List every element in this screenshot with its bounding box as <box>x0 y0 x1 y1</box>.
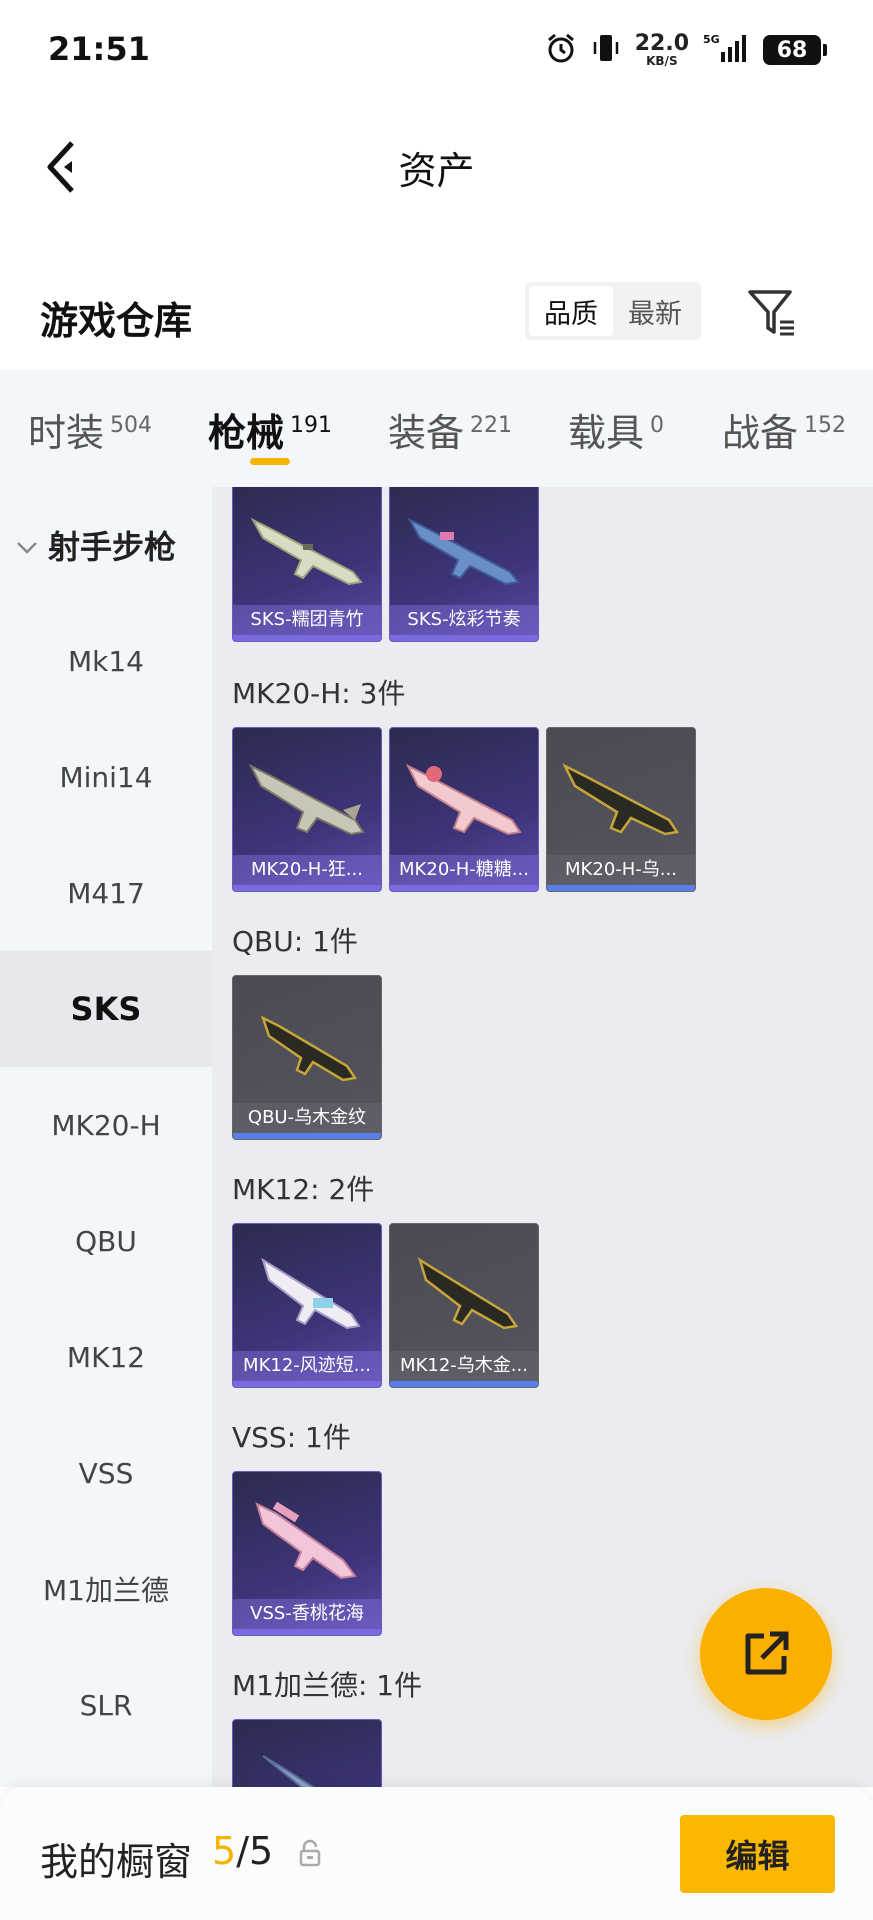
skin-card[interactable]: MK20-H-糖糖... <box>389 727 539 892</box>
sidebar-item-slr[interactable]: SLR <box>0 1647 212 1763</box>
rifle-icon <box>405 763 522 836</box>
sidebar-item-m1garand[interactable]: M1加兰德 <box>0 1531 212 1647</box>
status-icons: 22.0 KB/S 5G 68 <box>545 31 827 68</box>
sort-option-newest[interactable]: 最新 <box>613 286 697 336</box>
sidebar-group-label: 射手步枪 <box>48 528 177 566</box>
svg-text:5G: 5G <box>703 33 720 46</box>
status-bar: 21:51 22.0 KB/S 5G 68 <box>0 0 873 100</box>
rifle-icon <box>262 1755 316 1787</box>
rifle-icon <box>417 1257 519 1330</box>
vibrate-icon <box>591 32 621 68</box>
signal-icon: 5G <box>703 32 749 68</box>
warehouse-title: 游戏仓库 <box>40 299 193 343</box>
tab-fashion[interactable]: 时装 504 <box>28 402 152 457</box>
sort-toggle: 品质 最新 <box>525 282 701 340</box>
group-title: M1加兰德: 1件 <box>232 1669 423 1702</box>
sidebar-item-mk14[interactable]: Mk14 <box>0 603 212 719</box>
rifle-icon <box>260 1015 358 1082</box>
showcase-count: 5/5 <box>212 1829 274 1873</box>
skin-card[interactable]: MK12-风迹短... <box>232 1223 382 1388</box>
rifle-icon <box>407 517 520 586</box>
sort-option-quality[interactable]: 品质 <box>529 286 613 336</box>
rifle-icon <box>562 763 680 836</box>
skin-card[interactable] <box>232 1719 382 1787</box>
net-speed: 22.0 KB/S <box>634 31 689 68</box>
skin-card[interactable]: VSS-香桃花海 <box>232 1471 382 1636</box>
group-title: MK20-H: 3件 <box>232 677 406 710</box>
sidebar-item-mk12[interactable]: MK12 <box>0 1299 212 1415</box>
category-tabs: 时装 504 枪械 191 装备 221 载具 0 战备 152 <box>0 370 873 487</box>
skin-card[interactable]: SKS-炫彩节奏 <box>389 487 539 642</box>
group-title: VSS: 1件 <box>232 1421 351 1454</box>
filter-button[interactable] <box>744 284 800 340</box>
showcase-label: 我的橱窗 <box>40 1840 193 1884</box>
rifle-icon <box>250 517 363 586</box>
rifle-icon <box>248 763 365 836</box>
chevron-down-icon <box>16 526 38 564</box>
lock-icon <box>299 1839 321 1867</box>
sidebar-group-marksman[interactable]: 射手步枪 <box>0 487 212 603</box>
weapon-sidebar: 射手步枪 Mk14 Mini14 M417 SKS MK20-H QBU MK1… <box>0 487 212 1787</box>
tab-supplies[interactable]: 战备 152 <box>722 402 846 457</box>
tab-indicator <box>250 458 290 465</box>
skin-card[interactable]: MK12-乌木金... <box>389 1223 539 1388</box>
edit-button[interactable]: 编辑 <box>680 1815 835 1893</box>
rifle-icon <box>255 1501 357 1580</box>
skin-card[interactable]: QBU-乌木金纹 <box>232 975 382 1140</box>
tab-equipment[interactable]: 装备 221 <box>388 402 512 457</box>
sidebar-item-qbu[interactable]: QBU <box>0 1183 212 1299</box>
sidebar-item-vss[interactable]: VSS <box>0 1415 212 1531</box>
showcase-bar: 我的橱窗 5/5 编辑 <box>0 1787 873 1920</box>
sidebar-item-m417[interactable]: M417 <box>0 835 212 951</box>
alarm-icon <box>545 32 577 68</box>
skin-card[interactable]: SKS-糯团青竹 <box>232 487 382 642</box>
page-title: 资产 <box>398 149 475 193</box>
status-time: 21:51 <box>48 30 150 68</box>
filter-icon <box>748 290 794 336</box>
group-title: MK12: 2件 <box>232 1173 375 1206</box>
skin-card[interactable]: MK20-H-狂... <box>232 727 382 892</box>
rifle-icon <box>261 1257 361 1330</box>
sidebar-item-mini14[interactable]: Mini14 <box>0 719 212 835</box>
skin-card[interactable]: MK20-H-乌... <box>546 727 696 892</box>
battery-icon: 68 <box>763 35 827 65</box>
share-icon <box>745 1631 789 1675</box>
share-fab[interactable] <box>700 1588 832 1720</box>
sidebar-item-sks[interactable]: SKS <box>0 951 212 1067</box>
warehouse-header: 游戏仓库 品质 最新 <box>0 270 873 370</box>
sidebar-item-mk20h[interactable]: MK20-H <box>0 1067 212 1183</box>
tab-vehicles[interactable]: 载具 0 <box>568 402 664 457</box>
nav-bar: 资产 <box>0 110 873 220</box>
group-title: QBU: 1件 <box>232 925 358 958</box>
tab-firearms[interactable]: 枪械 191 <box>208 402 332 457</box>
